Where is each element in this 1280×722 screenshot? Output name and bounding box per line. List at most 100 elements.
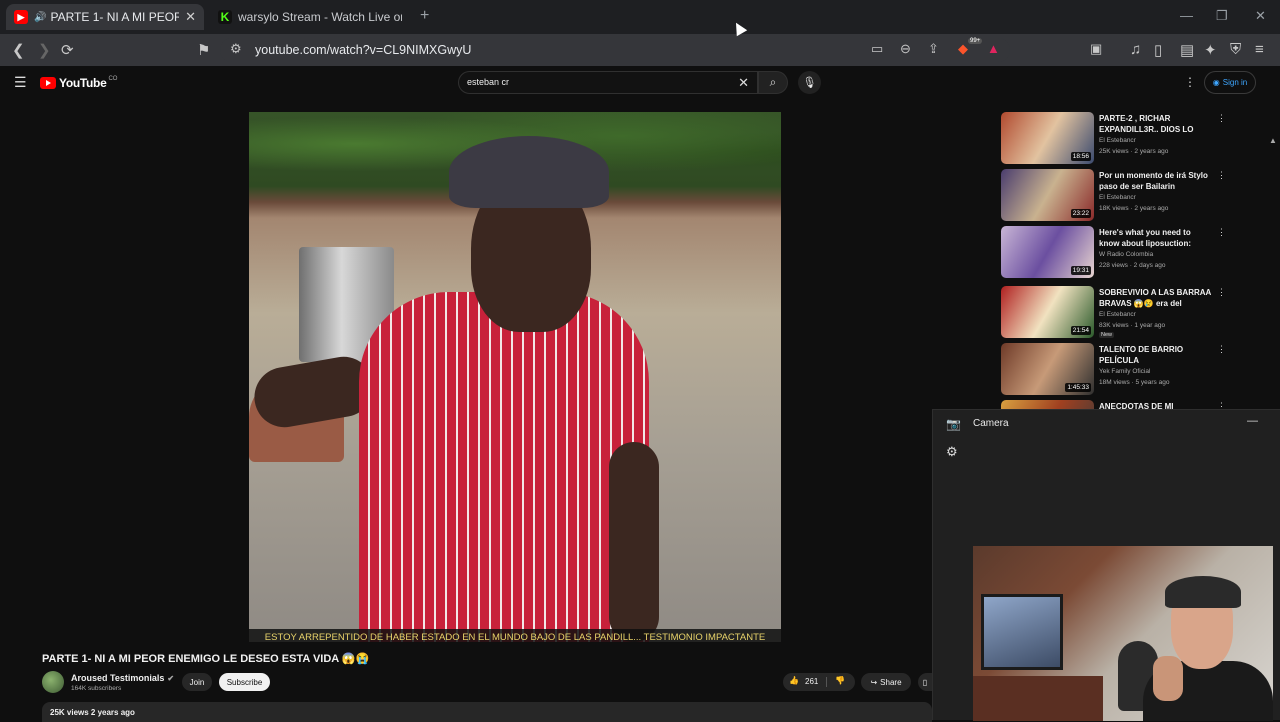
sign-in-button[interactable]: ◉ Sign in <box>1204 71 1256 94</box>
close-tab-icon[interactable]: ✕ <box>185 9 196 25</box>
cast-icon[interactable]: ▭ <box>871 41 883 57</box>
recommendation-menu-icon[interactable]: ⋮ <box>1217 287 1226 298</box>
recommendation-meta: 18K views · 2 years ago <box>1099 205 1169 212</box>
site-settings-icon[interactable]: ⚙ <box>230 41 242 57</box>
gear-icon[interactable]: ⚙ <box>946 444 958 460</box>
video-player[interactable] <box>249 112 781 642</box>
address-bar[interactable]: ⚙ youtube.com/watch?v=CL9NIMXGwyU ▭ ⊖ ⇪ … <box>220 38 1010 62</box>
bookmark-icon[interactable]: ⚑ <box>197 41 210 59</box>
recommendation-title[interactable]: Por un momento de irá Stylo paso de ser … <box>1099 170 1211 192</box>
search-input[interactable]: esteban cr ✕ <box>458 71 758 94</box>
description-box[interactable] <box>42 702 932 722</box>
video-duration: 23:22 <box>1070 209 1091 218</box>
recommendation-item[interactable]: 19:31 Here's what you need to know about … <box>1001 226 1226 278</box>
recommendation-channel[interactable]: El Estebancr <box>1099 137 1136 144</box>
minimize-icon[interactable]: — <box>1247 415 1258 427</box>
wallet-icon[interactable]: ▣ <box>1090 41 1102 57</box>
recommendation-title[interactable]: Here's what you need to know about lipos… <box>1099 227 1211 249</box>
settings-kebab-icon[interactable]: ⋮ <box>1184 75 1196 89</box>
brave-shield-icon[interactable]: ◆ <box>958 41 968 57</box>
speaker-icon[interactable]: 🔊 <box>34 12 46 23</box>
recommendation-item[interactable]: ANECDOTAS DE MI ⋮ <box>1001 400 1226 409</box>
browser-toolbar: ❮ ❯ ⟳ ⚑ ⚙ youtube.com/watch?v=CL9NIMXGwy… <box>0 34 1280 66</box>
recommendation-item[interactable]: 1:45:33 TALENTO DE BARRIO PELÍCULA PUERTO… <box>1001 343 1226 395</box>
like-count: 261 <box>805 677 819 686</box>
browser-tab-strip: ▶ 🔊 PARTE 1- NI A MI PEOR ENEMIGO ✕ K wa… <box>0 0 1280 34</box>
recommendation-title[interactable]: ANECDOTAS DE MI <box>1099 401 1211 409</box>
recommendation-title[interactable]: SOBREVIVIO A LAS BARRAA BRAVAS 😱😢 era de… <box>1099 287 1211 309</box>
scrollbar-up-arrow[interactable]: ▲ <box>1269 136 1277 145</box>
camera-icon: 📷 <box>946 417 961 431</box>
new-tab-icon[interactable]: + <box>420 7 429 25</box>
wallet-extension-icon[interactable]: ▤ <box>1180 41 1194 59</box>
camera-window[interactable]: 📷 Camera — ⚙ <box>932 409 1280 721</box>
tab-kick[interactable]: K warsylo Stream - Watch Live on Kick <box>210 4 410 30</box>
video-duration: 21:54 <box>1070 326 1091 335</box>
recommendation-thumbnail[interactable]: 19:31 <box>1001 226 1094 278</box>
sidebar-toggle-icon[interactable]: ▯ <box>1154 41 1162 59</box>
forward-icon[interactable]: ❯ <box>38 41 51 59</box>
hamburger-menu-icon[interactable]: ☰ <box>14 74 27 91</box>
youtube-icon: ▶ <box>14 10 28 24</box>
recommendation-title[interactable]: PARTE-2 , RICHAR EXPANDILL3R.. DIOS LO S… <box>1099 113 1211 135</box>
account-icon: ◉ <box>1212 78 1220 87</box>
recommendation-menu-icon[interactable]: ⋮ <box>1217 113 1226 124</box>
recommendation-menu-icon[interactable]: ⋮ <box>1217 227 1226 238</box>
channel-avatar[interactable] <box>42 671 64 693</box>
video-title: PARTE 1- NI A MI PEOR ENEMIGO LE DESEO E… <box>42 653 370 665</box>
clear-search-icon[interactable]: ✕ <box>738 75 749 91</box>
minimize-icon[interactable]: — <box>1180 8 1193 23</box>
recommendation-menu-icon[interactable]: ⋮ <box>1217 344 1226 355</box>
youtube-logo[interactable]: YouTube CO <box>40 76 117 90</box>
like-dislike-pill: 👍 261 👎 <box>783 673 855 691</box>
more-actions-button[interactable]: ▯ <box>918 673 932 691</box>
recommendation-channel[interactable]: El Estebancr <box>1099 311 1136 318</box>
voice-search-button[interactable]: 🎙 <box>798 71 821 94</box>
vpn-icon[interactable]: ⛨ <box>1230 41 1241 58</box>
verified-icon: ✔ <box>167 674 175 683</box>
leo-ai-icon[interactable]: ✦ <box>1204 41 1217 59</box>
like-icon[interactable]: 👍 <box>789 676 799 685</box>
recommendation-item[interactable]: 21:54 SOBREVIVIO A LAS BARRAA BRAVAS 😱😢 e… <box>1001 286 1226 338</box>
recommendation-title[interactable]: TALENTO DE BARRIO PELÍCULA PUERTORRIQUEÑ… <box>1099 344 1211 366</box>
video-caption: ESTOY ARREPENTIDO DE HABER ESTADO EN EL … <box>249 629 781 646</box>
recommendation-menu-icon[interactable]: ⋮ <box>1217 170 1226 181</box>
brave-rewards-icon[interactable]: ▲ <box>987 41 1000 56</box>
tab-title: PARTE 1- NI A MI PEOR ENEMIGO <box>50 10 180 24</box>
subscribe-button[interactable]: Subscribe <box>219 673 270 691</box>
back-icon[interactable]: ❮ <box>12 41 25 59</box>
share-button[interactable]: ↪ Share <box>861 673 911 691</box>
recommendation-channel[interactable]: El Estebancr <box>1099 194 1136 201</box>
recommendation-thumbnail[interactable] <box>1001 400 1094 409</box>
recommendation-meta: 18M views · 5 years ago <box>1099 379 1170 386</box>
reload-icon[interactable]: ⟳ <box>61 41 74 59</box>
channel-name[interactable]: Aroused Testimonials ✔ <box>71 673 174 683</box>
recommendation-channel[interactable]: W Radio Colombia <box>1099 251 1153 258</box>
recommendation-thumbnail[interactable]: 1:45:33 <box>1001 343 1094 395</box>
search-button[interactable]: ⌕ <box>758 71 788 94</box>
camera-window-title: Camera <box>973 418 1009 429</box>
youtube-header: ☰ YouTube CO esteban cr ✕ ⌕ 🎙 ⋮ ◉ Sign i… <box>0 66 1280 145</box>
recommendation-meta: 83K views · 1 year ago <box>1099 322 1166 329</box>
view-count: 25K views 2 years ago <box>50 708 135 717</box>
join-button[interactable]: Join <box>182 673 212 691</box>
close-window-icon[interactable]: ✕ <box>1255 8 1266 24</box>
browser-menu-icon[interactable]: ≡ <box>1255 41 1264 58</box>
tab-youtube[interactable]: ▶ 🔊 PARTE 1- NI A MI PEOR ENEMIGO ✕ <box>6 4 204 30</box>
recommendation-meta: 228 views · 2 days ago <box>1099 262 1166 269</box>
recommendation-item[interactable]: 23:22 Por un momento de irá Stylo paso de… <box>1001 169 1226 221</box>
recommendation-thumbnail[interactable]: 23:22 <box>1001 169 1094 221</box>
recommendation-channel[interactable]: Yek Family Oficial <box>1099 368 1150 375</box>
camera-feed <box>973 546 1273 721</box>
recommendation-item[interactable]: 18:56 PARTE-2 , RICHAR EXPANDILL3R.. DIOS… <box>1001 112 1226 164</box>
share-page-icon[interactable]: ⇪ <box>928 41 939 57</box>
recommendation-thumbnail[interactable]: 18:56 <box>1001 112 1094 164</box>
maximize-icon[interactable]: ❐ <box>1216 8 1228 24</box>
media-icon[interactable]: ♫ <box>1130 41 1141 58</box>
zoom-icon[interactable]: ⊖ <box>900 41 911 57</box>
recommendation-thumbnail[interactable]: 21:54 <box>1001 286 1094 338</box>
recommendation-meta: 25K views · 2 years ago <box>1099 148 1169 155</box>
dislike-icon[interactable]: 👎 <box>835 676 845 685</box>
shield-badge: 99+ <box>968 38 983 44</box>
recommendation-menu-icon[interactable]: ⋮ <box>1217 401 1226 409</box>
